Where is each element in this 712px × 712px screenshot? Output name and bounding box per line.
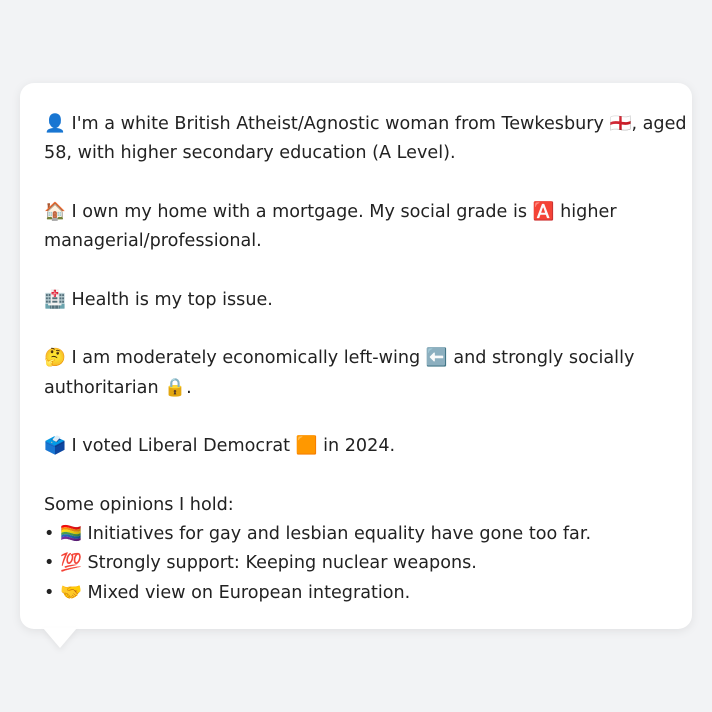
- rainbow-flag-icon: 🏳️‍🌈: [59, 524, 82, 545]
- identity-age-prefix: , aged: [631, 114, 687, 134]
- opinion-item: • 🤝 Mixed view on European integration.: [44, 579, 668, 608]
- vote-text: I voted Liberal Democrat: [71, 436, 290, 457]
- lock-icon: 🔒: [164, 377, 187, 398]
- speech-bubble-tail: [43, 628, 77, 648]
- house-icon: 🏠: [44, 201, 66, 222]
- persona-card: 👤 I'm a white British Atheist/Agnostic w…: [20, 83, 692, 629]
- hospital-icon: 🏥: [44, 289, 66, 310]
- social-text: and strongly socially: [453, 348, 635, 369]
- politics-paragraph: 🤔 I am moderately economically left-wing…: [44, 344, 668, 403]
- opinion-text: Mixed view on European integration.: [87, 582, 411, 603]
- issue-paragraph: 🏥 Health is my top issue.: [44, 286, 668, 315]
- opinion-text: Strongly support: Keeping nuclear weapon…: [87, 553, 477, 574]
- issue-text: Health is my top issue.: [71, 289, 273, 310]
- economic-text: I am moderately economically left-wing: [71, 348, 421, 369]
- identity-line-2: 58, with higher secondary education (A L…: [44, 139, 668, 168]
- vote-year: in 2024.: [323, 436, 396, 457]
- issue-line: 🏥 Health is my top issue.: [44, 286, 668, 315]
- identity-line-1: 👤 I'm a white British Atheist/Agnostic w…: [44, 110, 687, 139]
- person-icon: 👤: [44, 114, 66, 134]
- politics-line-2: authoritarian 🔒.: [44, 374, 668, 403]
- thinking-face-icon: 🤔: [44, 348, 66, 369]
- ballot-box-icon: 🗳️: [44, 436, 66, 457]
- home-text: I own my home with a mortgage. My social…: [71, 201, 528, 222]
- opinions-paragraph: Some opinions I hold: • 🏳️‍🌈 Initiatives…: [44, 491, 668, 608]
- home-line-2: managerial/professional.: [44, 227, 668, 256]
- opinion-item: • 🏳️‍🌈 Initiatives for gay and lesbian e…: [44, 520, 668, 549]
- orange-square-icon: 🟧: [295, 436, 318, 457]
- england-flag-icon: 🏴󠁧󠁢󠁥󠁮󠁧󠁿: [609, 114, 632, 134]
- handshake-icon: 🤝: [59, 582, 82, 603]
- bullet: •: [44, 524, 55, 545]
- left-arrow-icon: ⬅️: [425, 348, 448, 369]
- identity-education: 58, with higher secondary education (A L…: [44, 143, 456, 164]
- grade-description: managerial/professional.: [44, 231, 262, 252]
- authoritarian-text: authoritarian: [44, 377, 159, 398]
- opinion-item: • 💯 Strongly support: Keeping nuclear we…: [44, 549, 668, 578]
- politics-period: .: [186, 377, 192, 398]
- vote-paragraph: 🗳️ I voted Liberal Democrat 🟧 in 2024.: [44, 432, 668, 461]
- identity-paragraph: 👤 I'm a white British Atheist/Agnostic w…: [44, 110, 687, 169]
- home-paragraph: 🏠 I own my home with a mortgage. My soci…: [44, 198, 668, 257]
- identity-text: I'm a white British Atheist/Agnostic wom…: [71, 114, 604, 134]
- grade-a-icon: 🅰️: [532, 201, 555, 222]
- bullet: •: [44, 553, 55, 574]
- bullet: •: [44, 582, 55, 603]
- vote-line: 🗳️ I voted Liberal Democrat 🟧 in 2024.: [44, 432, 668, 461]
- opinions-heading: Some opinions I hold:: [44, 494, 234, 515]
- opinion-text: Initiatives for gay and lesbian equality…: [87, 524, 592, 545]
- grade-text: higher: [560, 201, 617, 222]
- hundred-points-icon: 💯: [59, 553, 82, 574]
- politics-line-1: 🤔 I am moderately economically left-wing…: [44, 344, 668, 373]
- home-line-1: 🏠 I own my home with a mortgage. My soci…: [44, 198, 668, 227]
